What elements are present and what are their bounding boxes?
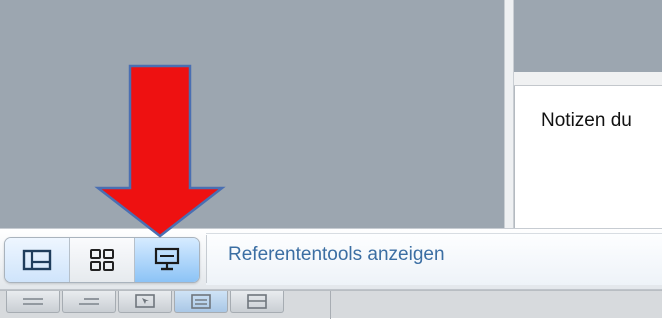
tooltip-label: Referententools anzeigen bbox=[228, 244, 445, 265]
view-buttons bbox=[6, 291, 320, 319]
view-mode-segmented-control bbox=[4, 237, 200, 283]
presenter-monitor-icon bbox=[154, 247, 180, 271]
slide-sorter-icon bbox=[90, 249, 114, 271]
normal-view-button[interactable] bbox=[5, 238, 70, 282]
notes-text: Notizen du bbox=[541, 110, 632, 131]
slide-sorter-button[interactable] bbox=[70, 238, 135, 282]
slide-preview-area bbox=[514, 0, 662, 72]
notes-pane-header bbox=[514, 72, 662, 86]
presenter-tools-button[interactable] bbox=[135, 238, 199, 282]
slide-canvas-area bbox=[0, 0, 504, 232]
normal-view-icon bbox=[22, 249, 52, 271]
notes-view-icon bbox=[191, 293, 211, 309]
outline-view-icon bbox=[23, 297, 43, 305]
toolbar-separator bbox=[206, 235, 207, 283]
outline-view-button[interactable] bbox=[6, 291, 60, 313]
bottom-view-bar bbox=[0, 290, 662, 319]
page-layout-view-icon bbox=[247, 293, 267, 309]
page-layout-view-button[interactable] bbox=[230, 291, 284, 313]
slide-view-button[interactable] bbox=[118, 291, 172, 313]
pane-divider[interactable] bbox=[504, 0, 514, 232]
text-lines-view-button[interactable] bbox=[62, 291, 116, 313]
slide-view-icon bbox=[135, 293, 155, 308]
notes-pane[interactable]: Notizen du bbox=[514, 86, 662, 232]
text-lines-view-icon bbox=[79, 297, 99, 305]
view-bar-separator bbox=[330, 291, 331, 319]
notes-view-button[interactable] bbox=[174, 291, 228, 313]
view-toolbar: Referententools anzeigen bbox=[0, 228, 662, 290]
